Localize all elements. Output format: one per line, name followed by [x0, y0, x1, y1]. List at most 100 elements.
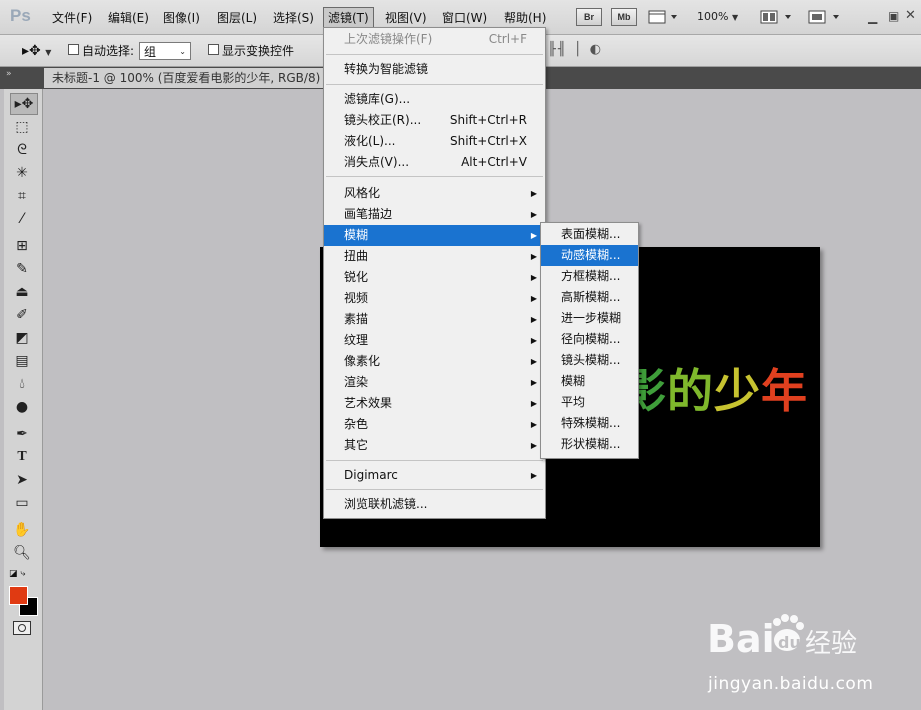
mini-bridge-button[interactable]: Mb — [611, 8, 637, 26]
menu-item-pixelate[interactable]: 像素化 ▶ — [324, 351, 545, 372]
baidu-jingyan-watermark: Bai du 经验 — [705, 608, 865, 681]
menu-help[interactable]: 帮助(H) — [504, 9, 546, 26]
menu-item-smart-blur[interactable]: 特殊模糊... — [541, 413, 638, 434]
menu-item-other[interactable]: 其它 ▶ — [324, 435, 545, 456]
menu-item-distort[interactable]: 扭曲 ▶ — [324, 246, 545, 267]
menu-item-lens-blur[interactable]: 镜头模糊... — [541, 350, 638, 371]
menu-item-video[interactable]: 视频 ▶ — [324, 288, 545, 309]
menu-divider — [326, 84, 543, 85]
menu-item-shape-blur[interactable]: 形状模糊... — [541, 434, 638, 455]
brush-tool-icon[interactable]: ✎ — [12, 259, 32, 279]
blur-tool-icon[interactable]: 💧︎ — [12, 374, 32, 394]
magic-wand-tool-icon[interactable]: ✳ — [12, 163, 32, 183]
menu-item-blur[interactable]: 模糊 ▶ — [324, 225, 545, 246]
menu-item-liquify[interactable]: 液化(L)... Shift+Ctrl+X — [324, 131, 545, 152]
submenu-arrow-icon: ▶ — [530, 357, 537, 366]
menu-item-convert-smart-filter[interactable]: 转换为智能滤镜 — [324, 59, 545, 80]
menu-item-blur-more[interactable]: 进一步模糊 — [541, 308, 638, 329]
canvas-char-3: 少 — [714, 364, 761, 418]
menu-item-label: 画笔描边 — [344, 207, 393, 221]
pen-tool-icon[interactable]: ✒ — [12, 424, 32, 444]
document-tab[interactable]: 未标题-1 @ 100% (百度爱看电影的少年, RGB/8) — [44, 68, 329, 88]
bridge-button[interactable]: Br — [576, 8, 602, 26]
menu-item-sharpen[interactable]: 锐化 ▶ — [324, 267, 545, 288]
history-brush-tool-icon[interactable]: ✐ — [12, 305, 32, 325]
menu-item-label: 纹理 — [344, 333, 369, 347]
foreground-color-swatch[interactable] — [9, 586, 28, 605]
auto-select-dropdown[interactable]: 组 ⌄ — [139, 42, 191, 60]
menu-item-radial-blur[interactable]: 径向模糊... — [541, 329, 638, 350]
maximize-icon[interactable]: ▣ — [888, 9, 899, 23]
clone-stamp-tool-icon[interactable]: ⏏ — [12, 282, 32, 302]
screen-mode-button[interactable] — [808, 9, 842, 28]
close-icon[interactable]: ✕ — [905, 8, 916, 23]
lasso-tool-icon[interactable]: ᘓ — [12, 140, 32, 160]
canvas-char-2: 的 — [667, 364, 714, 418]
move-tool-icon[interactable]: ▸✥ — [10, 93, 38, 115]
menu-item-box-blur[interactable]: 方框模糊... — [541, 266, 638, 287]
menu-item-brush-strokes[interactable]: 画笔描边 ▶ — [324, 204, 545, 225]
menu-item-vanishing-point[interactable]: 消失点(V)... Alt+Ctrl+V — [324, 152, 545, 173]
crop-tool-icon[interactable]: ⌗ — [12, 186, 32, 206]
menu-edit[interactable]: 编辑(E) — [108, 9, 149, 26]
menu-image[interactable]: 图像(I) — [163, 9, 200, 26]
menu-item-label: 扭曲 — [344, 249, 369, 263]
show-transform-checkbox[interactable] — [208, 44, 219, 58]
baidu-logo-icon: Bai du 经验 — [707, 614, 857, 661]
dodge-tool-icon[interactable]: ● — [12, 397, 32, 417]
submenu-arrow-icon: ▶ — [530, 315, 537, 324]
zoom-value: 100% — [697, 10, 729, 23]
menu-item-noise[interactable]: 杂色 ▶ — [324, 414, 545, 435]
type-tool-icon[interactable]: T — [12, 447, 32, 467]
menu-item-render[interactable]: 渲染 ▶ — [324, 372, 545, 393]
minimize-icon[interactable]: ▁ — [868, 10, 877, 24]
menu-file[interactable]: 文件(F) — [52, 9, 92, 26]
arrange-documents-button[interactable] — [760, 9, 794, 28]
menu-item-surface-blur[interactable]: 表面模糊... — [541, 224, 638, 245]
menu-divider — [326, 176, 543, 177]
expand-panel-icon[interactable]: » — [6, 69, 12, 79]
marquee-tool-icon[interactable]: ⬚ — [12, 117, 32, 137]
menu-item-last-filter[interactable]: 上次滤镜操作(F) Ctrl+F — [324, 29, 545, 50]
menu-item-sketch[interactable]: 素描 ▶ — [324, 309, 545, 330]
menu-item-filter-gallery[interactable]: 滤镜库(G)... — [324, 89, 545, 110]
rectangle-tool-icon[interactable]: ▭ — [12, 493, 32, 513]
quick-mask-icon[interactable] — [13, 621, 31, 635]
zoom-tool-icon[interactable]: 🔍︎ — [12, 543, 32, 563]
menu-item-browse-online[interactable]: 浏览联机滤镜... — [324, 494, 545, 515]
view-extras-button[interactable] — [648, 9, 678, 28]
gradient-tool-icon[interactable]: ▤ — [12, 351, 32, 371]
menu-layer[interactable]: 图层(L) — [217, 9, 257, 26]
chevron-down-icon: ⌄ — [179, 47, 186, 56]
path-selection-tool-icon[interactable]: ➤ — [12, 470, 32, 490]
zoom-level[interactable]: 100% ▼ — [697, 10, 738, 23]
menu-item-label: 风格化 — [344, 186, 381, 200]
menu-select[interactable]: 选择(S) — [273, 9, 314, 26]
menu-item-label: 像素化 — [344, 354, 381, 368]
eraser-tool-icon[interactable]: ◩ — [12, 328, 32, 348]
healing-brush-tool-icon[interactable]: ⊞ — [12, 236, 32, 256]
distribute-icons[interactable]: ╟╢ │ ◐ — [548, 42, 603, 57]
menu-item-motion-blur[interactable]: 动感模糊... — [541, 245, 638, 266]
menu-item-lens-correction[interactable]: 镜头校正(R)... Shift+Ctrl+R — [324, 110, 545, 131]
menu-item-label: 锐化 — [344, 270, 369, 284]
menu-window[interactable]: 窗口(W) — [442, 9, 487, 26]
show-transform-label: 显示变换控件 — [222, 44, 295, 58]
move-tool-preset-icon[interactable]: ▸✥ ▼ — [22, 43, 51, 59]
menu-filter[interactable]: 滤镜(T) — [323, 7, 374, 28]
menu-item-texture[interactable]: 纹理 ▶ — [324, 330, 545, 351]
menu-item-average[interactable]: 平均 — [541, 392, 638, 413]
menu-item-gaussian-blur[interactable]: 高斯模糊... — [541, 287, 638, 308]
menu-item-digimarc[interactable]: Digimarc ▶ — [324, 465, 545, 486]
auto-select-checkbox[interactable] — [68, 44, 79, 58]
menu-view[interactable]: 视图(V) — [385, 9, 427, 26]
watermark-url: jingyan.baidu.com — [708, 674, 874, 694]
menu-item-blur-simple[interactable]: 模糊 — [541, 371, 638, 392]
eyedropper-tool-icon[interactable]: ⁄ — [12, 209, 32, 229]
menu-item-stylize[interactable]: 风格化 ▶ — [324, 183, 545, 204]
menu-item-artistic[interactable]: 艺术效果 ▶ — [324, 393, 545, 414]
hand-tool-icon[interactable]: ✋ — [12, 520, 32, 540]
view-extras-icon — [648, 10, 677, 24]
auto-select-label: 自动选择: — [82, 44, 135, 58]
default-colors-icon[interactable]: ◪ ⤷ — [9, 569, 25, 579]
